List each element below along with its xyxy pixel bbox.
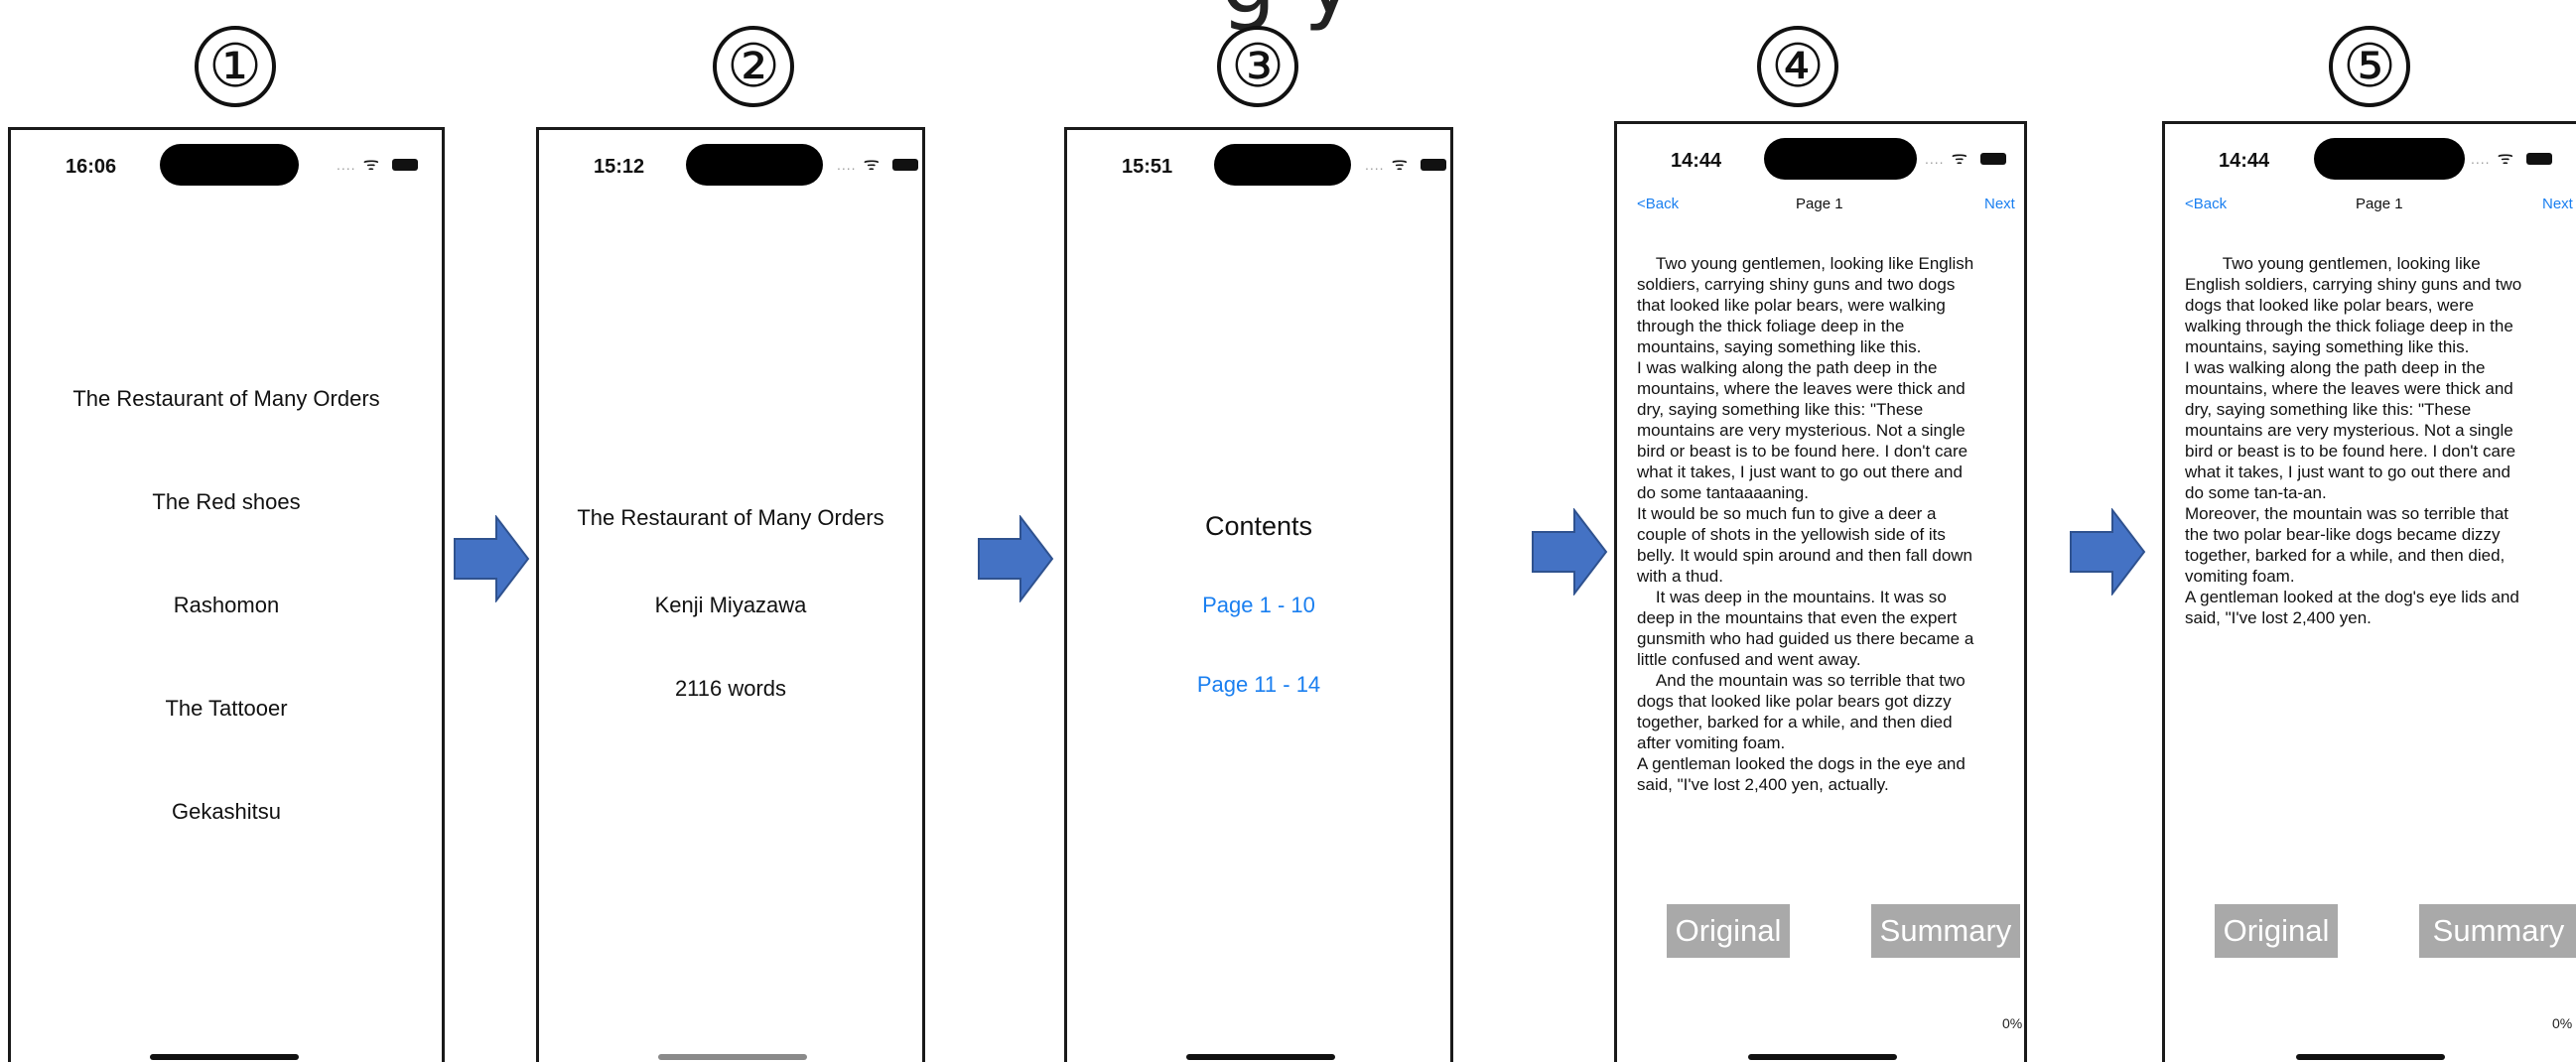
screen-1-book-list: 16:06 .... ᯤ The Restaurant of Many Orde… (8, 127, 445, 1062)
home-indicator[interactable] (1748, 1054, 1897, 1060)
book-item[interactable]: Gekashitsu (11, 799, 442, 825)
back-button[interactable]: <Back (2185, 196, 2227, 212)
next-button[interactable]: Next (2542, 196, 2573, 212)
status-icons: .... ᯤ (2471, 146, 2553, 170)
status-time: 16:06 (66, 156, 117, 178)
book-title: The Restaurant of Many Orders (577, 505, 884, 530)
next-button[interactable]: Next (1984, 196, 2015, 212)
book-item[interactable]: The Restaurant of Many Orders (11, 386, 442, 412)
home-indicator[interactable] (150, 1054, 299, 1060)
wifi-icon: ᯤ (362, 154, 382, 174)
step-marker-3: ③ (1217, 26, 1298, 107)
figure-title-fragment: g y (0, 0, 2576, 26)
contents-heading: Contents (1204, 511, 1313, 541)
status-icons: .... ᯤ (1925, 146, 2007, 170)
screen-2-book-detail: 15:12 .... ᯤ The Restaurant of Many Orde… (536, 127, 925, 1062)
step-marker-1: ① (195, 26, 276, 107)
page-title: Page 1 (2356, 196, 2403, 212)
summary-button[interactable]: Summary (2419, 904, 2576, 958)
flow-arrow-3-icon (1532, 508, 1608, 596)
battery-icon (892, 159, 919, 172)
author-name: Kenji Miyazawa (654, 593, 807, 617)
wifi-icon: ᯤ (1391, 154, 1411, 174)
signal-icon: .... (1365, 157, 1385, 173)
book-item[interactable]: The Red shoes (11, 489, 442, 515)
word-count: 2116 words (674, 676, 787, 701)
battery-icon (2526, 153, 2553, 166)
screen-5-reader-summary: 14:44 .... ᯤ <Back Page 1 Next Two young… (2162, 121, 2576, 1062)
summary-button[interactable]: Summary (1871, 904, 2020, 958)
home-indicator[interactable] (658, 1054, 807, 1060)
screen-3-contents: 15:51 .... ᯤ Contents Page 1 - 10 Page 1… (1064, 127, 1453, 1062)
step-marker-2: ② (713, 26, 794, 107)
status-time: 15:51 (1122, 156, 1173, 178)
dynamic-island (1764, 138, 1917, 180)
signal-icon: .... (2471, 151, 2491, 167)
progress-label: 0% (2002, 1015, 2023, 1031)
wifi-icon: ᯤ (863, 154, 882, 174)
flow-arrow-2-icon (978, 515, 1054, 602)
home-indicator[interactable] (1186, 1054, 1335, 1060)
signal-icon: .... (1925, 151, 1945, 167)
original-button[interactable]: Original (2215, 904, 2338, 958)
flow-arrow-4-icon (2070, 508, 2146, 596)
status-time: 15:12 (594, 156, 645, 178)
step-marker-4: ④ (1757, 26, 1838, 107)
status-icons: .... ᯤ (337, 152, 419, 176)
dynamic-island (686, 144, 823, 186)
back-button[interactable]: <Back (1637, 196, 1679, 212)
battery-icon (392, 159, 419, 172)
status-icons: .... ᯤ (837, 152, 919, 176)
page-range-link[interactable]: Page 11 - 14 (1067, 672, 1450, 698)
step-marker-5: ⑤ (2329, 26, 2410, 107)
dynamic-island (2314, 138, 2465, 180)
wifi-icon: ᯤ (1951, 148, 1970, 168)
flow-arrow-1-icon (454, 515, 530, 602)
dynamic-island (160, 144, 299, 186)
battery-icon (1421, 159, 1447, 172)
story-text: Two young gentlemen, looking like Englis… (1637, 254, 1974, 794)
page-title: Page 1 (1796, 196, 1843, 212)
book-item[interactable]: The Tattooer (11, 696, 442, 722)
home-indicator[interactable] (2296, 1054, 2445, 1060)
status-time: 14:44 (1671, 150, 1722, 172)
battery-icon (1980, 153, 2007, 166)
status-icons: .... ᯤ (1365, 152, 1447, 176)
page-range-link[interactable]: Page 1 - 10 (1067, 593, 1450, 618)
dynamic-island (1214, 144, 1351, 186)
signal-icon: .... (337, 157, 356, 173)
status-time: 14:44 (2219, 150, 2270, 172)
progress-label: 0% (2552, 1015, 2573, 1031)
original-button[interactable]: Original (1667, 904, 1790, 958)
book-item[interactable]: Rashomon (11, 593, 442, 618)
screen-4-reader-original: 14:44 .... ᯤ <Back Page 1 Next Two young… (1614, 121, 2027, 1062)
story-text: Two young gentlemen, looking like Englis… (2185, 254, 2522, 627)
wifi-icon: ᯤ (2497, 148, 2516, 168)
signal-icon: .... (837, 157, 857, 173)
